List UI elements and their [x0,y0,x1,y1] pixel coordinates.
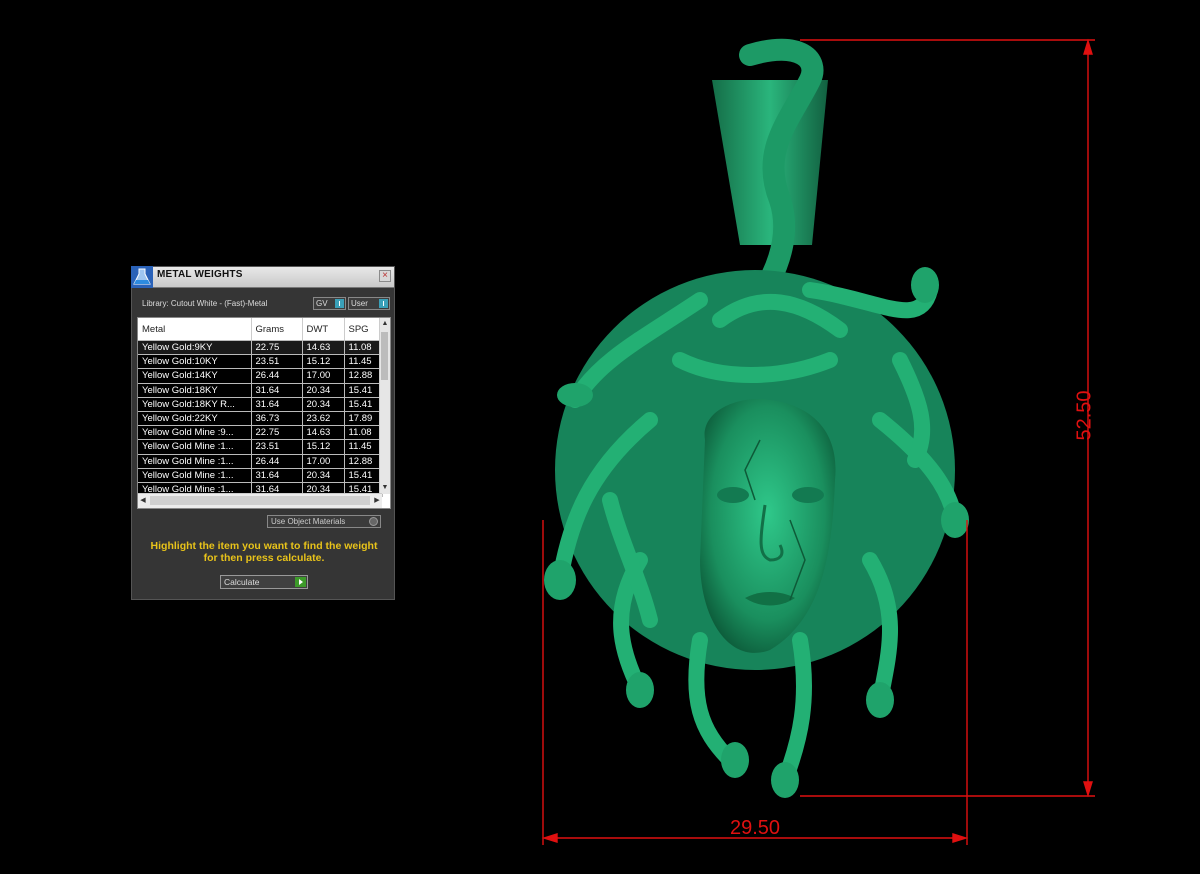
column-header-metal[interactable]: Metal [138,318,252,341]
gv-toggle[interactable]: GV [313,297,346,310]
cell-grams: 31.64 [251,383,303,398]
cell-spg: 17.89 [344,411,383,427]
scroll-left-icon[interactable]: ◀ [138,497,148,505]
cell-spg: 11.08 [344,340,383,356]
cell-grams: 26.44 [251,368,303,384]
cell-spg: 15.41 [344,468,383,483]
cell-dwt: 17.00 [302,368,345,384]
column-header-grams[interactable]: Grams [251,318,303,341]
close-button[interactable]: × [379,270,391,282]
cell-dwt: 14.63 [302,425,345,441]
use-object-materials-label: Use Object Materials [271,517,346,526]
scroll-up-icon[interactable]: ▲ [380,320,390,328]
vertical-scrollbar[interactable]: ▲ ▼ [379,318,390,494]
metal-table: Metal Grams DWT SPG Yellow Gold:9KY 22.75… [137,317,391,509]
scroll-thumb[interactable] [381,332,388,380]
cell-dwt: 23.62 [302,411,345,427]
table-row[interactable]: Yellow Gold Mine :1... 31.64 20.34 15.41 [138,468,383,483]
user-toggle[interactable]: User [348,297,390,310]
cell-spg: 11.45 [344,439,383,455]
library-label: Library: Cutout White - (Fast)-Metal [142,299,268,308]
cell-metal: Yellow Gold:9KY [138,340,252,356]
table-row[interactable]: Yellow Gold:9KY 22.75 14.63 11.08 [138,340,383,356]
cell-metal: Yellow Gold:22KY [138,411,252,427]
cell-metal: Yellow Gold Mine :1... [138,454,252,469]
cell-spg: 12.88 [344,454,383,469]
cell-dwt: 17.00 [302,454,345,469]
hint-line-2: for then press calculate. [203,552,325,564]
medusa-pendant-render [541,38,1095,845]
hint-line-1: Highlight the item you want to find the … [150,540,378,552]
cell-dwt: 20.34 [302,397,345,412]
use-object-materials-toggle[interactable]: Use Object Materials [267,515,381,528]
cell-dwt: 15.12 [302,354,345,370]
cell-dwt: 20.34 [302,468,345,483]
panel-titlebar[interactable]: METAL WEIGHTS × [131,266,394,288]
user-label: User [351,299,368,308]
cell-spg: 11.08 [344,425,383,441]
table-row[interactable]: Yellow Gold Mine :1... 26.44 17.00 12.88 [138,454,383,469]
cell-grams: 23.51 [251,439,303,455]
table-row[interactable]: Yellow Gold:18KY 31.64 20.34 15.41 [138,383,383,398]
column-header-dwt[interactable]: DWT [302,318,345,341]
table-row[interactable]: Yellow Gold:22KY 36.73 23.62 17.89 [138,411,383,427]
panel-title: METAL WEIGHTS [157,269,243,280]
height-dimension-label: 52.50 [1073,390,1096,441]
gv-label: GV [316,299,328,308]
play-icon[interactable] [295,577,306,587]
cell-dwt: 14.63 [302,340,345,356]
table-row[interactable]: Yellow Gold Mine :1... 23.51 15.12 11.45 [138,439,383,455]
cell-metal: Yellow Gold:10KY [138,354,252,370]
table-header-row: Metal Grams DWT SPG [138,318,383,341]
cell-dwt: 15.12 [302,439,345,455]
cell-grams: 26.44 [251,454,303,469]
cell-spg: 15.41 [344,397,383,412]
flask-icon [131,266,153,288]
cell-metal: Yellow Gold Mine :1... [138,468,252,483]
cell-grams: 23.51 [251,354,303,370]
horizontal-scrollbar[interactable]: ◀ ▶ [138,493,382,508]
cell-grams: 36.73 [251,411,303,427]
cell-spg: 15.41 [344,383,383,398]
column-header-spg[interactable]: SPG [344,318,383,341]
calculate-label: Calculate [224,577,260,587]
cell-metal: Yellow Gold Mine :9... [138,425,252,441]
info-icon[interactable] [335,299,344,308]
cell-metal: Yellow Gold:18KY [138,383,252,398]
cell-spg: 11.45 [344,354,383,370]
table-row[interactable]: Yellow Gold:10KY 23.51 15.12 11.45 [138,354,383,370]
cell-grams: 31.64 [251,468,303,483]
scroll-right-icon[interactable]: ▶ [372,497,382,505]
width-dimension-label: 29.50 [730,817,781,839]
cell-metal: Yellow Gold:14KY [138,368,252,384]
scroll-down-icon[interactable]: ▼ [380,484,390,492]
info-icon[interactable] [379,299,388,308]
cell-grams: 22.75 [251,340,303,356]
table-row[interactable]: Yellow Gold:18KY R... 31.64 20.34 15.41 [138,397,383,412]
radio-icon[interactable] [369,517,378,526]
cell-metal: Yellow Gold Mine :1... [138,439,252,455]
table-row[interactable]: Yellow Gold:14KY 26.44 17.00 12.88 [138,368,383,384]
scroll-thumb[interactable] [150,496,370,505]
cell-metal: Yellow Gold:18KY R... [138,397,252,412]
cell-grams: 31.64 [251,397,303,412]
calculate-button[interactable]: Calculate [220,575,308,589]
table-row[interactable]: Yellow Gold Mine :9... 22.75 14.63 11.08 [138,425,383,441]
cell-spg: 12.88 [344,368,383,384]
metal-weights-panel: METAL WEIGHTS × Library: Cutout White - … [131,266,395,600]
cell-dwt: 20.34 [302,383,345,398]
cell-grams: 22.75 [251,425,303,441]
